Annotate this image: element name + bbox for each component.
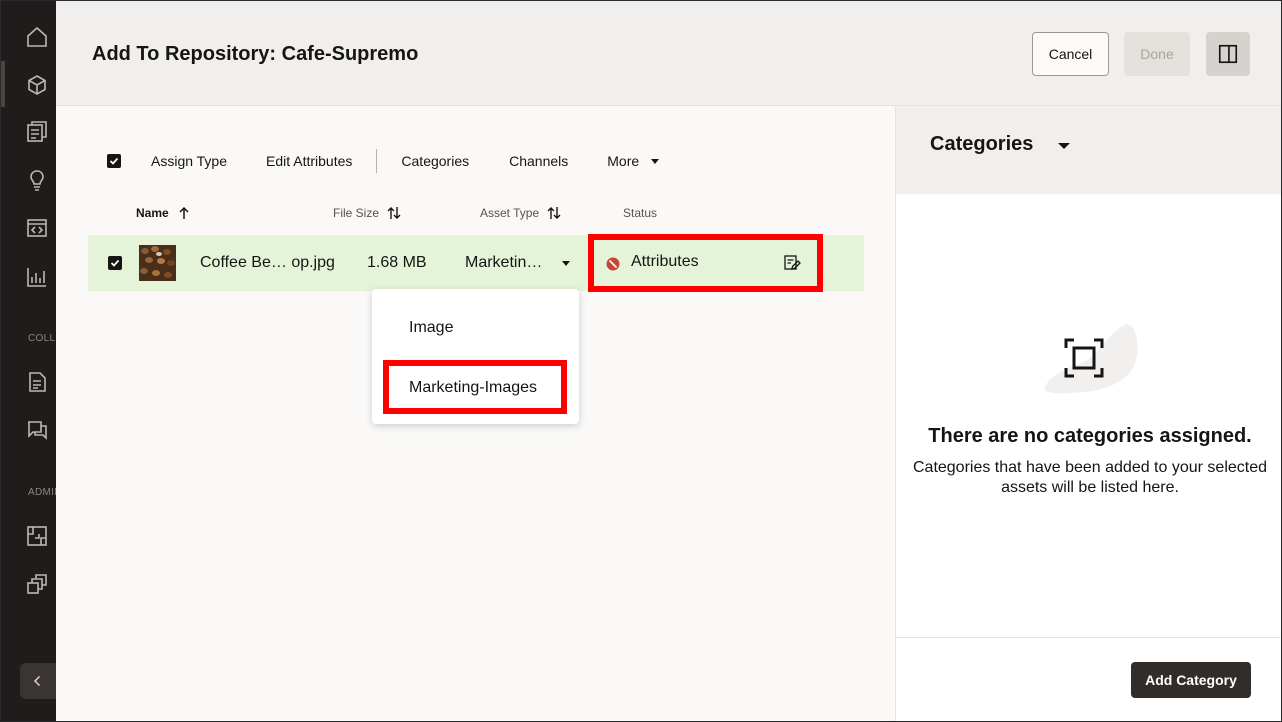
assign-type-button[interactable]: Assign Type	[151, 153, 227, 169]
status-cell[interactable]: Attributes	[588, 234, 823, 292]
pages-icon[interactable]	[25, 120, 49, 144]
column-header-name[interactable]: Name	[136, 206, 191, 220]
more-label: More	[607, 153, 640, 169]
empty-state-description: Categories that have been added to your …	[912, 459, 1268, 496]
chevron-down-icon[interactable]	[562, 261, 570, 266]
chat-icon[interactable]	[25, 418, 49, 442]
column-header-file-size[interactable]: File Size	[333, 206, 401, 220]
panel-title[interactable]: Categories	[930, 133, 1033, 156]
collapse-nav-button[interactable]	[20, 663, 56, 699]
nav-active-indicator	[1, 61, 5, 107]
asset-list-area: Assign Type Edit Attributes Categories C…	[56, 106, 895, 721]
sort-icon	[387, 207, 401, 219]
toolbar-divider	[376, 149, 378, 173]
menu-item-image[interactable]: Image	[409, 319, 453, 337]
layers-icon[interactable]	[25, 572, 49, 596]
edit-attributes-button[interactable]: Edit Attributes	[266, 153, 352, 169]
cancel-button[interactable]: Cancel	[1032, 32, 1109, 76]
home-icon[interactable]	[25, 25, 49, 49]
side-panel-icon	[1218, 44, 1238, 64]
nav-rail: COLLECTIONS ADMINISTRATION	[1, 1, 56, 721]
document-icon[interactable]	[25, 370, 49, 394]
menu-item-marketing-images[interactable]: Marketing-Images	[409, 379, 537, 397]
categories-panel: Categories There are no categories assig…	[895, 106, 1281, 721]
panel-footer-divider	[896, 637, 1281, 638]
column-header-asset-type[interactable]: Asset Type	[480, 206, 561, 220]
asset-type-dropdown: Image Marketing-Images	[372, 289, 579, 424]
toggle-panel-button[interactable]	[1206, 32, 1250, 76]
page-title: Add To Repository: Cafe-Supremo	[92, 43, 419, 65]
code-window-icon[interactable]	[25, 216, 49, 240]
sort-icon	[547, 207, 561, 219]
more-menu-button[interactable]: More	[607, 153, 660, 169]
asset-file-size: 1.68 MB	[367, 254, 427, 271]
chart-icon[interactable]	[25, 265, 49, 289]
status-text: Attributes	[631, 253, 699, 270]
categories-button[interactable]: Categories	[401, 153, 469, 169]
row-checkbox[interactable]	[108, 256, 122, 270]
column-asset-type-label: Asset Type	[480, 206, 540, 220]
sort-ascending-icon	[179, 206, 189, 219]
empty-state-title: There are no categories assigned.	[928, 425, 1252, 447]
cube-icon[interactable]	[25, 73, 49, 97]
add-category-button[interactable]: Add Category	[1131, 662, 1251, 698]
app-frame: COLLECTIONS ADMINISTRATION Add To Reposi…	[0, 0, 1282, 722]
select-all-checkbox[interactable]	[107, 154, 121, 168]
lightbulb-icon[interactable]	[25, 168, 49, 192]
integrations-icon[interactable]	[25, 524, 49, 548]
asset-thumbnail	[139, 245, 176, 281]
empty-categories-icon	[1044, 324, 1138, 394]
asset-name[interactable]: Coffee Be… op.jpg	[200, 254, 335, 272]
column-name-label: Name	[136, 206, 169, 220]
asset-type-select[interactable]: Marketin…	[465, 254, 542, 272]
column-status-label: Status	[623, 206, 658, 220]
done-button[interactable]: Done	[1124, 32, 1190, 76]
chevron-left-icon	[33, 675, 41, 687]
bulk-action-toolbar: Assign Type Edit Attributes Categories C…	[88, 146, 660, 176]
nav-section-collections: COLLECTIONS	[28, 333, 56, 344]
dialog-header: Add To Repository: Cafe-Supremo Cancel D…	[56, 1, 1281, 106]
error-icon	[606, 257, 620, 271]
chevron-down-icon[interactable]	[1058, 143, 1070, 149]
column-header-status: Status	[623, 206, 657, 220]
channels-button[interactable]: Channels	[509, 153, 568, 169]
edit-attributes-icon[interactable]	[783, 254, 801, 272]
column-file-size-label: File Size	[333, 206, 380, 220]
nav-section-admin: ADMINISTRATION	[28, 487, 56, 498]
categories-panel-header: Categories	[896, 106, 1281, 194]
chevron-down-icon	[651, 158, 660, 164]
